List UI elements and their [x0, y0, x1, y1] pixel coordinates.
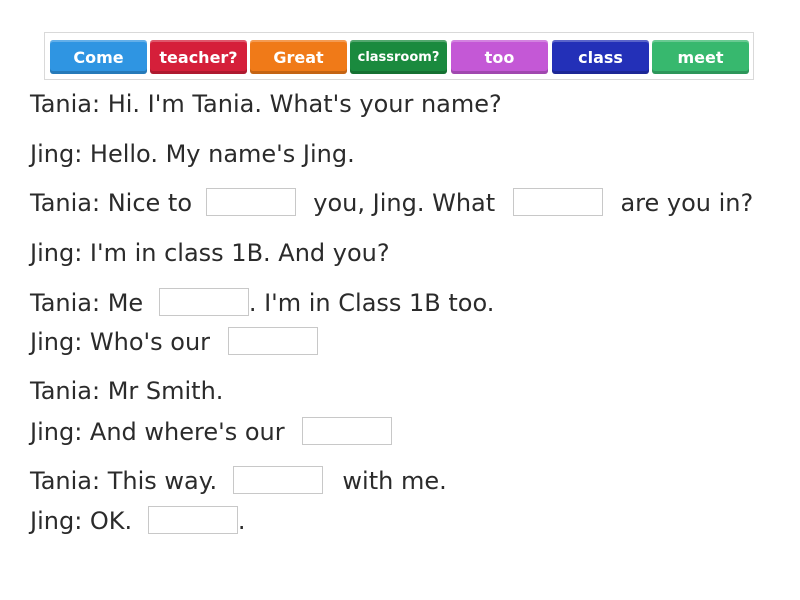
dialogue-line: Tania: Me . I'm in Class 1B too.	[30, 288, 494, 318]
word-tile-classroom[interactable]: classroom?	[350, 40, 447, 74]
word-tile-great[interactable]: Great	[250, 40, 347, 74]
dialogue-text: Jing: Who's our	[30, 328, 211, 356]
word-tile-come[interactable]: Come	[50, 40, 147, 74]
dialogue-line: Jing: And where's our	[30, 417, 393, 447]
answer-blank-6[interactable]	[232, 466, 323, 494]
dialogue-text: Tania: This way.	[30, 467, 218, 495]
dialogue-line: Jing: Hello. My name's Jing.	[30, 140, 355, 168]
dialogue-line: Jing: I'm in class 1B. And you?	[30, 239, 390, 267]
dialogue-text: Jing: OK.	[30, 507, 133, 535]
answer-blank-5[interactable]	[302, 417, 393, 445]
answer-blank-2[interactable]	[512, 188, 603, 216]
word-tile-too[interactable]: too	[451, 40, 548, 74]
dialogue-text: Tania: Nice to	[30, 189, 192, 217]
dialogue-text: Tania: Me	[30, 289, 144, 317]
dialogue-text: . I'm in Class 1B too.	[248, 289, 495, 317]
dialogue-text: .	[237, 507, 246, 535]
dialogue-line: Jing: Who's our	[30, 327, 318, 357]
dialogue-line: Tania: Hi. I'm Tania. What's your name?	[30, 90, 502, 118]
dialogue-text: are you in?	[620, 189, 754, 217]
dialogue-text: you, Jing. What	[313, 189, 496, 217]
answer-blank-3[interactable]	[158, 288, 249, 316]
word-tile-meet[interactable]: meet	[652, 40, 749, 74]
word-bank: Come teacher? Great classroom? too class…	[44, 32, 754, 80]
dialogue-line: Tania: Mr Smith.	[30, 377, 224, 405]
word-tile-teacher[interactable]: teacher?	[150, 40, 247, 74]
dialogue-line: Tania: This way. with me.	[30, 466, 447, 496]
dialogue-text: with me.	[342, 467, 447, 495]
word-tile-class[interactable]: class	[552, 40, 649, 74]
dialogue-line: Tania: Nice to you, Jing. What are you i…	[30, 188, 753, 218]
answer-blank-4[interactable]	[227, 327, 318, 355]
dialogue-text: Jing: And where's our	[30, 418, 285, 446]
dialogue-line: Jing: OK. .	[30, 506, 245, 536]
answer-blank-1[interactable]	[205, 188, 296, 216]
answer-blank-7[interactable]	[147, 506, 238, 534]
